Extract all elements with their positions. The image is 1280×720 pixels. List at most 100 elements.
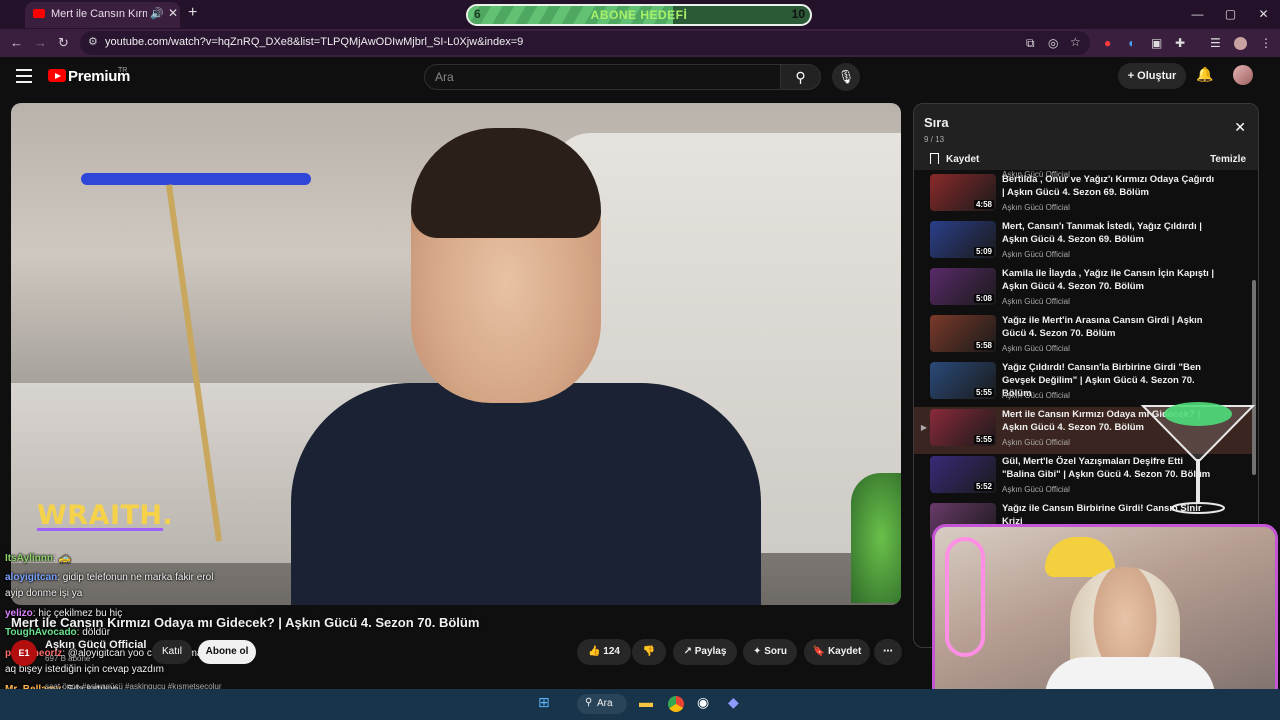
close-window-button[interactable]: ✕ bbox=[1247, 0, 1280, 29]
obs-icon[interactable]: ◉ bbox=[697, 694, 709, 711]
extension-red-icon[interactable]: ● bbox=[1104, 36, 1111, 50]
playlist-item-channel: Aşkın Gücü Official bbox=[1002, 203, 1070, 212]
playlist-header: Sıra 9 / 13 ✕ Kaydet Temizle bbox=[914, 104, 1258, 170]
speaker-icon[interactable]: 🔊 bbox=[150, 7, 164, 20]
windows-start-icon[interactable]: ⊞ bbox=[538, 694, 550, 711]
playlist-item-duration: 5:09 bbox=[973, 247, 994, 256]
close-playlist-icon[interactable]: ✕ bbox=[1234, 119, 1246, 136]
dislike-button[interactable]: 👎 bbox=[632, 639, 666, 665]
taskbar-search-icon: ⚲ bbox=[585, 697, 593, 708]
playlist-item[interactable]: 5:08 Kamila ile İlayda , Yağız ile Cansın… bbox=[914, 266, 1252, 313]
back-icon[interactable]: ← bbox=[10, 35, 23, 50]
playlist-item-duration: 4:58 bbox=[973, 200, 994, 209]
browser-tab[interactable]: Mert ile Cansın Kırmızı Odaya 🔊 ✕ bbox=[25, 2, 180, 28]
playlist-item-thumbnail[interactable]: 5:55 bbox=[930, 362, 996, 399]
channel-avatar[interactable]: E1 bbox=[11, 640, 37, 666]
search-input[interactable] bbox=[425, 65, 780, 89]
windows-taskbar: ⊞ ⚲ Ara ▬ ◉ ◆ bbox=[0, 689, 1280, 720]
goal-target: 10 bbox=[791, 7, 805, 21]
voice-search-button[interactable]: 🎙 bbox=[832, 63, 860, 91]
close-tab-icon[interactable]: ✕ bbox=[168, 6, 178, 20]
account-avatar[interactable] bbox=[1233, 65, 1253, 85]
thumbs-up-icon: 👍 bbox=[588, 646, 604, 657]
playlist-item-title[interactable]: Mert, Cansın'ı Tanımak İstedi, Yağız Çıl… bbox=[1002, 220, 1216, 246]
forward-icon[interactable]: → bbox=[34, 35, 47, 50]
notifications-bell-icon[interactable]: 🔔 bbox=[1196, 66, 1213, 83]
menu-icon[interactable] bbox=[16, 69, 32, 83]
playlist-item-thumbnail[interactable]: 5:08 bbox=[930, 268, 996, 305]
save-button[interactable]: 🔖 Kaydet bbox=[804, 639, 870, 665]
extensions-puzzle-icon[interactable]: ✚ bbox=[1175, 36, 1185, 50]
chat-message: ItsAylinnn: 🚕 bbox=[5, 553, 71, 564]
like-button[interactable]: 👍 124 bbox=[577, 639, 631, 665]
maximize-button[interactable]: ▢ bbox=[1214, 0, 1247, 29]
youtube-logo-icon[interactable] bbox=[48, 69, 66, 82]
playlist-item-thumbnail[interactable]: 5:52 bbox=[930, 456, 996, 493]
more-actions-button[interactable]: ⋯ bbox=[874, 639, 902, 665]
extension-audio-icon[interactable]: ◖ bbox=[1127, 36, 1134, 50]
video-frame-plant bbox=[851, 473, 901, 603]
playlist-item-title[interactable]: Bertilda , Onur ve Yağız'ı Kırmızı Odaya… bbox=[1002, 173, 1216, 199]
playlist-item-thumbnail[interactable]: 4:58 bbox=[930, 174, 996, 211]
create-button[interactable]: + Oluştur bbox=[1118, 63, 1186, 89]
playlist-item[interactable]: 4:58 Bertilda , Onur ve Yağız'ı Kırmızı O… bbox=[914, 172, 1252, 219]
profile-icon[interactable] bbox=[1234, 37, 1247, 50]
playlist-item-channel: Aşkın Gücü Official bbox=[1002, 297, 1070, 306]
playlist-item-duration: 5:08 bbox=[973, 294, 994, 303]
playlist-item-duration: 5:52 bbox=[973, 482, 994, 491]
playlist-item-thumbnail[interactable]: 5:58 bbox=[930, 315, 996, 352]
webcam-overlay bbox=[932, 524, 1278, 716]
chat-text: aq bişey istediğin için cevap yazdım bbox=[5, 664, 164, 675]
stream-brand-underline bbox=[37, 528, 163, 531]
neon-sign bbox=[945, 537, 985, 657]
discord-icon[interactable]: ◆ bbox=[728, 694, 739, 711]
new-tab-button[interactable]: + bbox=[188, 4, 197, 22]
youtube-favicon-icon bbox=[33, 9, 45, 18]
url-text[interactable]: youtube.com/watch?v=hqZnRQ_DXe8&list=TLP… bbox=[105, 36, 523, 48]
playlist-item-indicator: ▶ bbox=[920, 423, 928, 432]
chat-username[interactable]: aloyigitcan bbox=[5, 572, 57, 583]
playlist-item-channel: Aşkın Gücü Official bbox=[1002, 250, 1070, 259]
reload-icon[interactable]: ↻ bbox=[58, 35, 69, 51]
playlist-item-channel: Aşkın Gücü Official bbox=[1002, 438, 1070, 447]
playlist-item-title[interactable]: Yağız ile Mert'in Arasına Cansın Girdi |… bbox=[1002, 314, 1216, 340]
playlist-item[interactable]: 5:58 Yağız ile Mert'in Arasına Cansın Gir… bbox=[914, 313, 1252, 360]
taskbar-search[interactable]: ⚲ Ara bbox=[577, 694, 627, 714]
save-playlist-button[interactable]: Kaydet bbox=[946, 154, 979, 165]
martini-glass-overlay bbox=[1140, 402, 1256, 514]
join-button[interactable]: Katıl bbox=[152, 640, 192, 664]
search-button[interactable]: ⚲ bbox=[781, 64, 821, 90]
playlist-item-channel: Aşkın Gücü Official bbox=[1002, 485, 1070, 494]
chrome-icon[interactable] bbox=[668, 696, 684, 712]
channel-name[interactable]: Aşkın Gücü Official bbox=[45, 639, 146, 651]
chat-text: : gidip telefonun ne marka fakir erol bbox=[57, 572, 214, 583]
browser-menu-icon[interactable]: ⋮ bbox=[1260, 36, 1272, 50]
extension-box-icon[interactable]: ▣ bbox=[1151, 36, 1162, 50]
reading-list-icon[interactable]: ☰ bbox=[1210, 36, 1221, 50]
share-button[interactable]: ↗ Paylaş bbox=[673, 639, 737, 665]
save-playlist-icon bbox=[930, 153, 939, 164]
subscribe-button[interactable]: Abone ol bbox=[198, 640, 256, 664]
address-toolbar: ← → ↻ ⚙ youtube.com/watch?v=hqZnRQ_DXe8&… bbox=[0, 29, 1280, 57]
omnibox[interactable]: ⚙ youtube.com/watch?v=hqZnRQ_DXe8&list=T… bbox=[80, 31, 1090, 55]
browser-tab-bar: Mert ile Cansın Kırmızı Odaya 🔊 ✕ + 6 AB… bbox=[0, 0, 1280, 29]
share-label: Paylaş bbox=[694, 646, 727, 657]
clear-playlist-button[interactable]: Temizle bbox=[1210, 154, 1246, 165]
playlist-item-duration: 5:58 bbox=[973, 341, 994, 350]
chat-username[interactable]: ItsAylinnn bbox=[5, 553, 53, 564]
playlist-item-thumbnail[interactable]: 5:09 bbox=[930, 221, 996, 258]
share-icon: ↗ bbox=[683, 646, 695, 657]
bookmark-star-icon[interactable]: ☆ bbox=[1070, 35, 1081, 49]
site-info-icon[interactable]: ⚙ bbox=[88, 35, 98, 48]
ask-button[interactable]: ✦ Soru bbox=[743, 639, 797, 665]
playlist-item-thumbnail[interactable]: 5:55 bbox=[930, 409, 996, 446]
file-explorer-icon[interactable]: ▬ bbox=[639, 694, 653, 710]
playlist-item[interactable]: 5:09 Mert, Cansın'ı Tanımak İstedi, Yağız… bbox=[914, 219, 1252, 266]
playlist-item-title[interactable]: Kamila ile İlayda , Yağız ile Cansın İçi… bbox=[1002, 267, 1216, 293]
youtube-masthead: Premium TR ⚲ 🎙 + Oluştur 🔔 bbox=[0, 57, 1280, 97]
cast-icon[interactable]: ⧉ bbox=[1026, 36, 1035, 51]
goal-label: ABONE HEDEFİ bbox=[590, 8, 688, 22]
hide-icon[interactable]: ◎ bbox=[1048, 36, 1058, 50]
minimize-button[interactable]: — bbox=[1181, 0, 1214, 29]
bookmark-icon: 🔖 bbox=[812, 646, 828, 657]
